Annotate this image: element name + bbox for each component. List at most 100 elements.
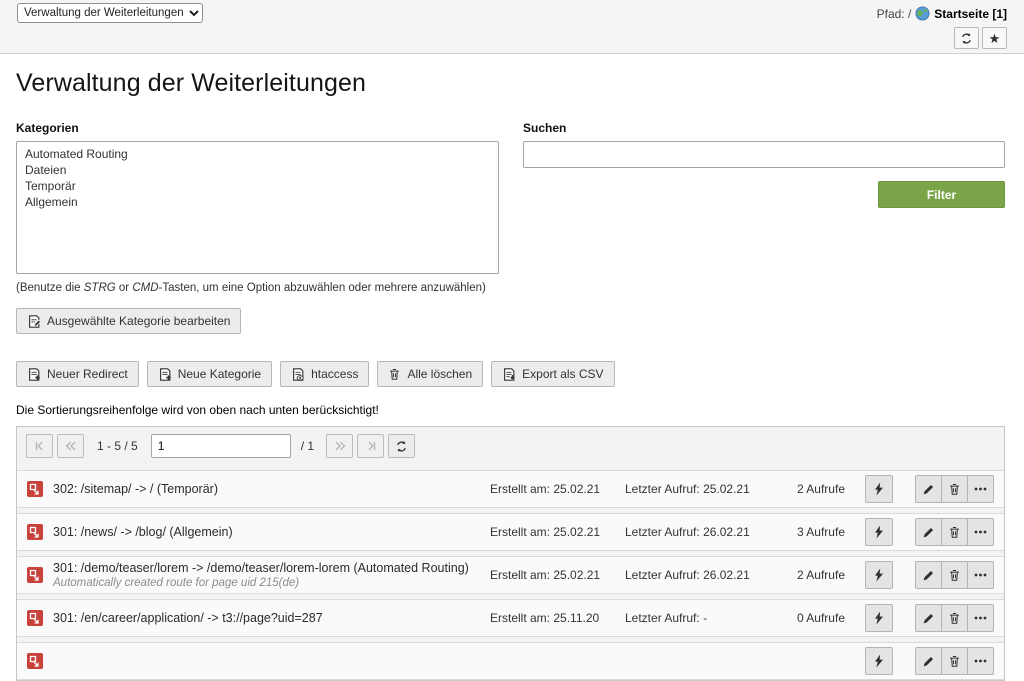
current-page-label: Startseite [1] (934, 7, 1007, 21)
page-title: Verwaltung der Weiterleitungen (16, 69, 1005, 98)
document-arrow-down-icon (502, 367, 516, 382)
record-action-group (915, 604, 994, 632)
edit-record-button[interactable] (915, 475, 942, 503)
pagination-refresh-button[interactable] (388, 434, 415, 458)
lightning-bolt-icon (873, 525, 885, 539)
table-row: 301: /demo/teaser/lorem -> /demo/teaser/… (17, 556, 1004, 594)
record-hit-count: 0 Aufrufe (785, 611, 845, 625)
pagination-page-input[interactable] (151, 434, 291, 458)
pagination-first-button[interactable] (26, 434, 53, 458)
record-last-call: Letzter Aufruf: 26.02.21 (625, 525, 785, 539)
lightning-bolt-icon (873, 568, 885, 582)
edit-category-button[interactable]: Ausgewählte Kategorie bearbeiten (16, 308, 241, 334)
record-text: 301: /en/career/application/ -> t3://pag… (53, 611, 490, 625)
hit-count-button[interactable] (865, 647, 893, 675)
bookmark-button[interactable]: ★ (982, 27, 1007, 49)
htaccess-button[interactable]: htaccess (280, 361, 369, 387)
record-text: 301: /demo/teaser/lorem -> /demo/teaser/… (53, 561, 490, 589)
edit-record-button[interactable] (915, 561, 942, 589)
ellipsis-icon (974, 530, 987, 534)
reload-button[interactable] (954, 27, 979, 49)
refresh-icon (394, 439, 409, 454)
trash-icon (948, 654, 961, 668)
filter-button[interactable]: Filter (878, 181, 1005, 208)
record-last-call: Letzter Aufruf: - (625, 611, 785, 625)
sort-order-note: Die Sortierungsreihenfolge wird von oben… (16, 403, 1005, 417)
record-hit-count: 2 Aufrufe (785, 482, 845, 496)
ellipsis-icon (974, 573, 987, 577)
pagination-bar: 1 - 5 / 5 / 1 (17, 427, 1004, 465)
module-function-select[interactable]: Verwaltung der Weiterleitungen (17, 3, 203, 23)
category-option[interactable]: Allgemein (17, 194, 498, 210)
redirect-record-icon (27, 653, 43, 669)
document-pencil-icon (27, 314, 41, 329)
more-options-button[interactable] (967, 518, 994, 546)
delete-record-button[interactable] (941, 475, 968, 503)
delete-record-button[interactable] (941, 604, 968, 632)
new-redirect-button[interactable]: Neuer Redirect (16, 361, 139, 387)
pagination-next-button[interactable] (326, 434, 353, 458)
categories-listbox[interactable]: Automated Routing Dateien Temporär Allge… (16, 141, 499, 274)
record-title: 301: /en/career/application/ -> t3://pag… (53, 611, 482, 625)
record-title: 302: /sitemap/ -> / (Temporär) (53, 482, 482, 496)
more-options-button[interactable] (967, 475, 994, 503)
categories-column: Kategorien Automated Routing Dateien Tem… (16, 121, 499, 334)
redirect-record-icon (27, 481, 43, 497)
category-option[interactable]: Automated Routing (17, 146, 498, 162)
new-category-button[interactable]: Neue Kategorie (147, 361, 272, 387)
search-input[interactable] (523, 141, 1005, 168)
pagination-last-button[interactable] (357, 434, 384, 458)
double-chevron-left-icon (64, 439, 78, 453)
record-action-group (915, 475, 994, 503)
hit-count-button[interactable] (865, 475, 893, 503)
edit-record-button[interactable] (915, 518, 942, 546)
filter-section: Kategorien Automated Routing Dateien Tem… (16, 121, 1005, 334)
edit-record-button[interactable] (915, 604, 942, 632)
double-chevron-right-icon (333, 439, 347, 453)
record-created: Erstellt am: 25.02.21 (490, 482, 625, 496)
category-option[interactable]: Dateien (17, 162, 498, 178)
hit-count-button[interactable] (865, 604, 893, 632)
document-plus-icon (27, 367, 41, 382)
document-eye-icon (291, 367, 305, 382)
trash-icon (388, 367, 401, 381)
pencil-icon (922, 569, 935, 582)
pagination-total-label: / 1 (301, 439, 314, 453)
document-plus-icon (158, 367, 172, 382)
multiselect-hint: (Benutze die STRG or CMD-Tasten, um eine… (16, 282, 499, 294)
hit-count-button[interactable] (865, 561, 893, 589)
record-subtitle: Automatically created route for page uid… (53, 577, 482, 589)
more-options-button[interactable] (967, 604, 994, 632)
delete-record-button[interactable] (941, 561, 968, 589)
ellipsis-icon (974, 659, 987, 663)
record-title: 301: /news/ -> /blog/ (Allgemein) (53, 525, 482, 539)
ellipsis-icon (974, 616, 987, 620)
edit-category-label: Ausgewählte Kategorie bearbeiten (47, 314, 230, 328)
delete-record-button[interactable] (941, 647, 968, 675)
record-hit-count: 3 Aufrufe (785, 525, 845, 539)
star-icon: ★ (989, 32, 1001, 45)
delete-record-button[interactable] (941, 518, 968, 546)
path-label: Pfad: / (877, 7, 912, 21)
delete-all-button[interactable]: Alle löschen (377, 361, 483, 387)
record-action-group (915, 518, 994, 546)
trash-icon (948, 611, 961, 625)
record-action-group (915, 561, 994, 589)
edit-record-button[interactable] (915, 647, 942, 675)
search-label: Suchen (523, 121, 1005, 135)
pagination-previous-button[interactable] (57, 434, 84, 458)
trash-icon (948, 568, 961, 582)
table-row: 301: /news/ -> /blog/ (Allgemein) Erstel… (17, 513, 1004, 551)
hit-count-button[interactable] (865, 518, 893, 546)
htaccess-label: htaccess (311, 367, 358, 381)
ellipsis-icon (974, 487, 987, 491)
record-last-call: Letzter Aufruf: 26.02.21 (625, 568, 785, 582)
export-csv-button[interactable]: Export als CSV (491, 361, 614, 387)
more-options-button[interactable] (967, 561, 994, 589)
redirect-record-icon (27, 524, 43, 540)
more-options-button[interactable] (967, 647, 994, 675)
delete-all-label: Alle löschen (407, 367, 472, 381)
category-option[interactable]: Temporär (17, 178, 498, 194)
pencil-icon (922, 526, 935, 539)
record-text: 302: /sitemap/ -> / (Temporär) (53, 482, 490, 496)
